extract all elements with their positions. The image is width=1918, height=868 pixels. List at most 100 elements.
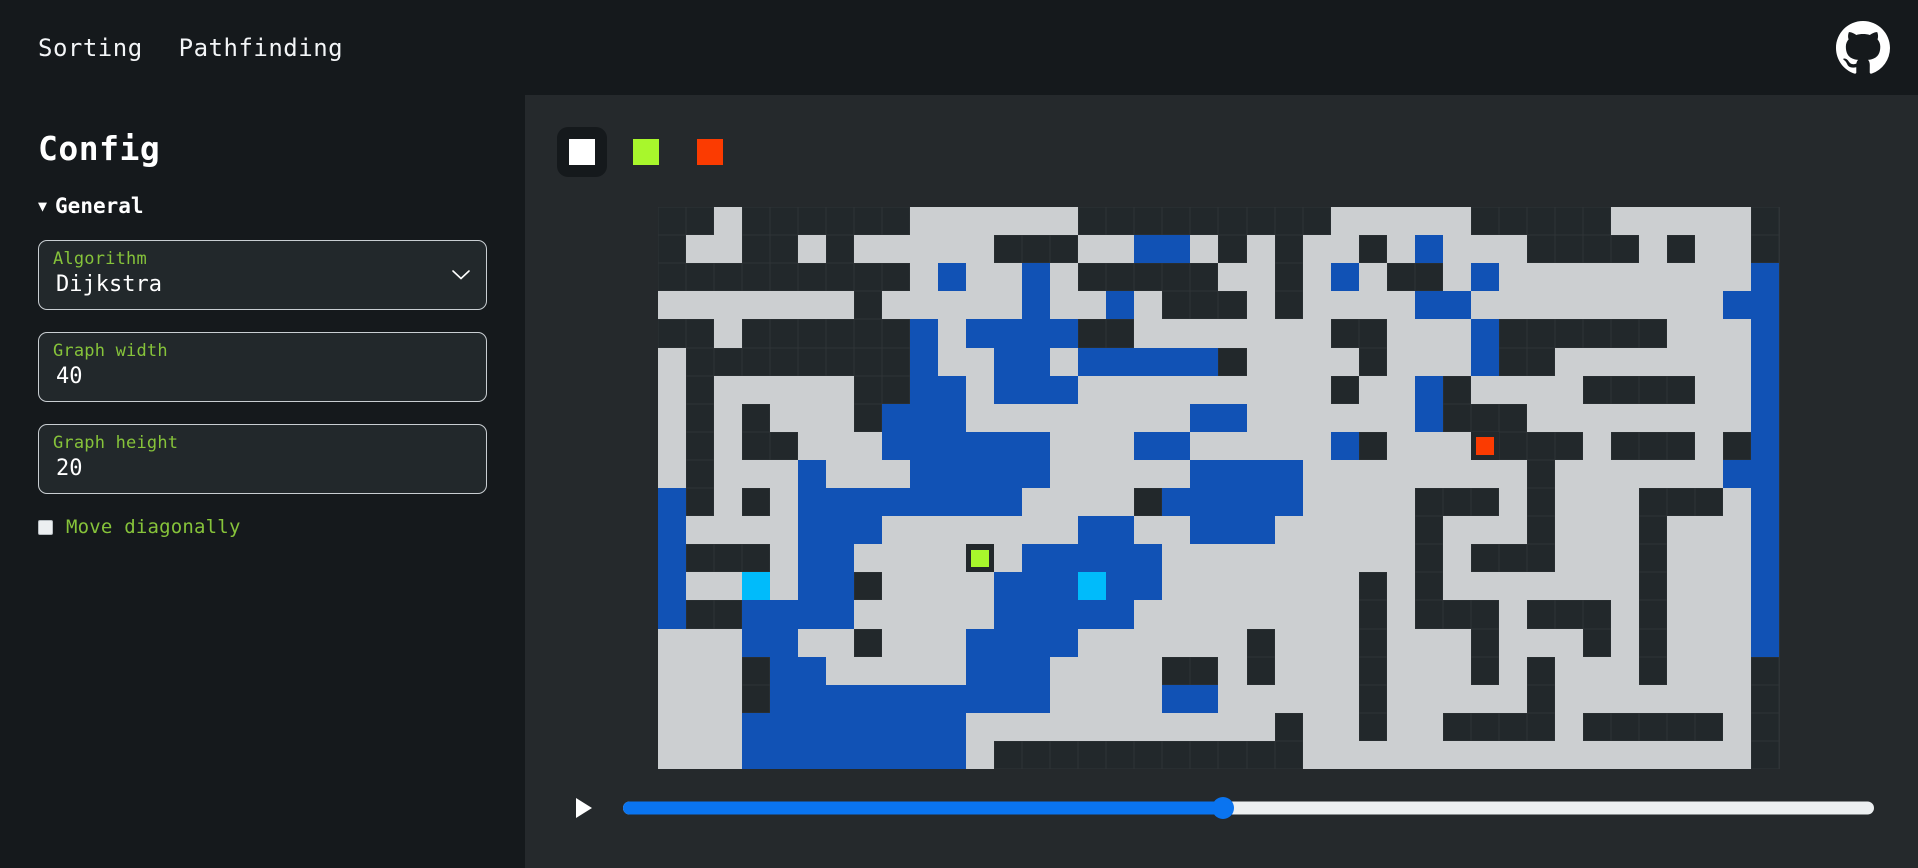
grid-cell[interactable] (1723, 516, 1752, 545)
grid-cell[interactable] (769, 684, 798, 713)
grid-cell[interactable] (1134, 740, 1163, 769)
grid-cell[interactable] (769, 712, 798, 741)
grid-cell[interactable] (1302, 431, 1331, 460)
grid-cell[interactable] (657, 712, 686, 741)
grid-cell[interactable] (1246, 431, 1275, 460)
grid-cell[interactable] (769, 403, 798, 432)
grid-cell[interactable] (994, 319, 1023, 348)
grid-cell[interactable] (1498, 431, 1528, 460)
grid-cell[interactable] (713, 459, 742, 488)
start-tool-button[interactable] (621, 127, 671, 177)
grid-cell[interactable] (1106, 319, 1135, 348)
grid-cell[interactable] (1218, 431, 1247, 460)
grid-cell[interactable] (1498, 600, 1528, 629)
grid-cell[interactable] (966, 347, 995, 376)
grid-cell[interactable] (1274, 347, 1303, 376)
grid-cell[interactable] (797, 712, 826, 741)
grid-cell[interactable] (1723, 628, 1752, 657)
grid-cell[interactable] (1583, 600, 1612, 629)
grid-cell[interactable] (1134, 684, 1163, 713)
grid-cell[interactable] (1414, 516, 1443, 545)
grid-cell[interactable] (909, 488, 938, 517)
grid-cell[interactable] (1022, 488, 1051, 517)
algorithm-select[interactable]: Algorithm Dijkstra (38, 240, 487, 310)
grid-cell[interactable] (1134, 572, 1163, 601)
grid-cell[interactable] (797, 740, 826, 769)
grid-cell[interactable] (1751, 431, 1780, 460)
grid-cell[interactable] (881, 516, 910, 545)
grid-cell[interactable] (657, 459, 686, 488)
grid-cell[interactable] (1639, 516, 1668, 545)
grid-cell[interactable] (1358, 544, 1387, 573)
grid-cell[interactable] (1162, 431, 1191, 460)
grid-cell[interactable] (685, 347, 714, 376)
grid-cell[interactable] (994, 572, 1023, 601)
grid-cell[interactable] (1050, 431, 1079, 460)
grid-cell[interactable] (1218, 656, 1247, 685)
grid-cell[interactable] (1330, 712, 1359, 741)
grid-cell[interactable] (685, 572, 714, 601)
grid-cell[interactable] (1078, 488, 1107, 517)
grid-cell[interactable] (657, 291, 686, 320)
grid-cell[interactable] (1162, 544, 1191, 573)
grid-cell[interactable] (1190, 684, 1219, 713)
grid-cell[interactable] (1106, 544, 1135, 573)
grid-cell[interactable] (853, 740, 882, 769)
grid-cell[interactable] (1414, 544, 1443, 573)
grid-cell[interactable] (1527, 488, 1556, 517)
grid-cell[interactable] (1162, 291, 1191, 320)
grid-cell[interactable] (685, 684, 714, 713)
grid-cell[interactable] (769, 347, 798, 376)
grid-cell[interactable] (1078, 628, 1107, 657)
grid-cell[interactable] (1134, 347, 1163, 376)
grid-cell[interactable] (1751, 347, 1780, 376)
grid-cell[interactable] (909, 403, 938, 432)
grid-cell[interactable] (966, 740, 995, 769)
grid-cell[interactable] (1246, 235, 1275, 264)
grid-cell[interactable] (825, 235, 854, 264)
grid-cell[interactable] (1078, 431, 1107, 460)
grid-cell[interactable] (937, 459, 967, 488)
grid-cell[interactable] (1078, 544, 1107, 573)
grid-cell[interactable] (1470, 684, 1499, 713)
grid-cell[interactable] (825, 403, 854, 432)
grid-cell[interactable] (966, 600, 995, 629)
grid-cell[interactable] (1414, 263, 1443, 292)
grid-cell[interactable] (769, 459, 798, 488)
grid-cell[interactable] (1134, 319, 1163, 348)
grid-cell[interactable] (741, 684, 770, 713)
grid-cell[interactable] (1442, 628, 1471, 657)
grid-cell[interactable] (1667, 207, 1696, 236)
graph-height-value[interactable]: 20 (53, 454, 472, 485)
grid-cell[interactable] (1470, 403, 1499, 432)
grid-cell[interactable] (1555, 516, 1584, 545)
grid-cell[interactable] (1667, 600, 1696, 629)
grid-cell[interactable] (741, 319, 770, 348)
grid-cell[interactable] (1162, 347, 1191, 376)
grid-cell[interactable] (1050, 516, 1079, 545)
grid-cell[interactable] (1583, 516, 1612, 545)
grid-cell[interactable] (1723, 207, 1752, 236)
grid-cell[interactable] (1050, 656, 1079, 685)
grid-cell[interactable] (1022, 516, 1051, 545)
grid-cell[interactable] (937, 431, 967, 460)
grid-cell[interactable] (685, 656, 714, 685)
grid-cell[interactable] (1022, 235, 1051, 264)
grid-cell[interactable] (1330, 684, 1359, 713)
grid-cell[interactable] (1667, 319, 1696, 348)
grid-cell[interactable] (1022, 712, 1051, 741)
nav-link-sorting[interactable]: Sorting (38, 34, 143, 62)
grid-cell[interactable] (1246, 291, 1275, 320)
grid-cell[interactable] (685, 628, 714, 657)
grid-cell[interactable] (1555, 431, 1584, 460)
grid-cell[interactable] (1134, 544, 1163, 573)
grid-cell[interactable] (1386, 516, 1415, 545)
grid-cell[interactable] (1246, 207, 1275, 236)
grid-cell[interactable] (1330, 263, 1359, 292)
grid-cell[interactable] (1246, 684, 1275, 713)
grid-cell[interactable] (1555, 375, 1584, 404)
grid-cell[interactable] (1050, 712, 1079, 741)
end-tool-button[interactable] (685, 127, 735, 177)
grid-cell[interactable] (1134, 516, 1163, 545)
grid-cell[interactable] (1190, 712, 1219, 741)
